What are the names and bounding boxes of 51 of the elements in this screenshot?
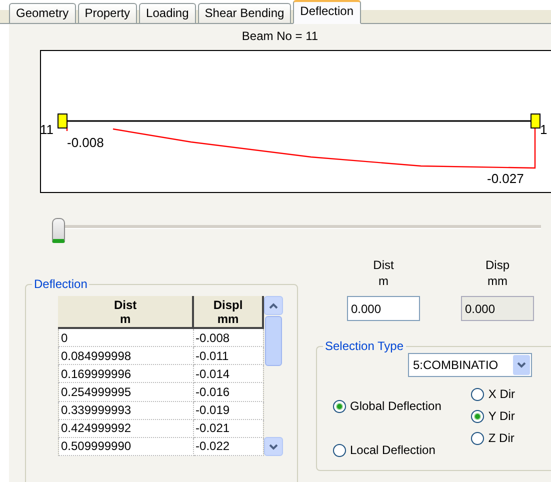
radio-label[interactable]: Z Dir [488, 431, 514, 445]
radio-button[interactable] [471, 410, 484, 422]
table-cell: 0.169999996 [58, 364, 194, 383]
node-label: 1 [540, 122, 548, 137]
tab[interactable]: Property [78, 3, 138, 23]
table-cell: 0.509999990 [58, 437, 194, 456]
readout-label: Dist m [373, 257, 394, 290]
table-cell: -0.021 [193, 419, 263, 438]
radio-label[interactable]: Local Deflection [350, 443, 436, 457]
column-header[interactable]: Displ mm [193, 296, 263, 328]
radio-button[interactable] [333, 400, 346, 412]
readout-field[interactable]: 0.000 [347, 296, 420, 321]
radio-label[interactable]: Global Deflection [350, 399, 442, 413]
node-marker [530, 114, 540, 128]
table-cell: -0.016 [193, 382, 263, 402]
radio-button[interactable] [471, 432, 484, 444]
readout-label: Disp mm [485, 257, 510, 290]
chevron-down-icon [517, 362, 526, 368]
radio-label[interactable]: Y Dir [488, 409, 515, 423]
table-cell: 0.084999998 [58, 346, 194, 365]
column-header[interactable]: Dist m [58, 296, 194, 328]
chevron-down-icon [269, 444, 278, 450]
beam-title: Beam No = 11 [240, 28, 320, 45]
table-cell: 0.339999993 [58, 401, 194, 420]
deflection-value: -0.008 [67, 135, 104, 150]
tab[interactable]: Loading [139, 3, 196, 23]
table-cell: -0.014 [193, 364, 263, 383]
scroll-up-button[interactable] [264, 296, 283, 315]
table-cell: -0.019 [193, 401, 263, 420]
radio-button[interactable] [333, 444, 346, 456]
radio-label[interactable]: X Dir [488, 387, 516, 401]
table-cell: 0 [58, 328, 194, 347]
radio-button[interactable] [471, 388, 484, 400]
tab[interactable]: Deflection [293, 0, 361, 24]
group-title: Selection Type [324, 339, 404, 353]
node-marker [58, 114, 68, 128]
table-cell: -0.011 [193, 346, 263, 365]
table-cell: -0.008 [193, 328, 263, 347]
table-cell: 0.254999995 [58, 382, 194, 402]
table-cell: 0.424999992 [58, 419, 194, 438]
chevron-up-icon [269, 302, 278, 308]
group-title: Deflection [33, 277, 88, 291]
node-label: 11 [40, 122, 54, 137]
combination-dropdown[interactable]: 5:COMBINATIO [408, 353, 532, 377]
tab[interactable]: Geometry [9, 3, 76, 23]
deflection-value: -0.027 [487, 171, 524, 186]
table-cell: -0.022 [193, 437, 263, 456]
scroll-down-button[interactable] [264, 437, 283, 456]
tab[interactable]: Shear Bending [198, 3, 292, 23]
scrollbar-thumb[interactable] [265, 316, 282, 366]
slider-thumb[interactable] [52, 218, 65, 243]
